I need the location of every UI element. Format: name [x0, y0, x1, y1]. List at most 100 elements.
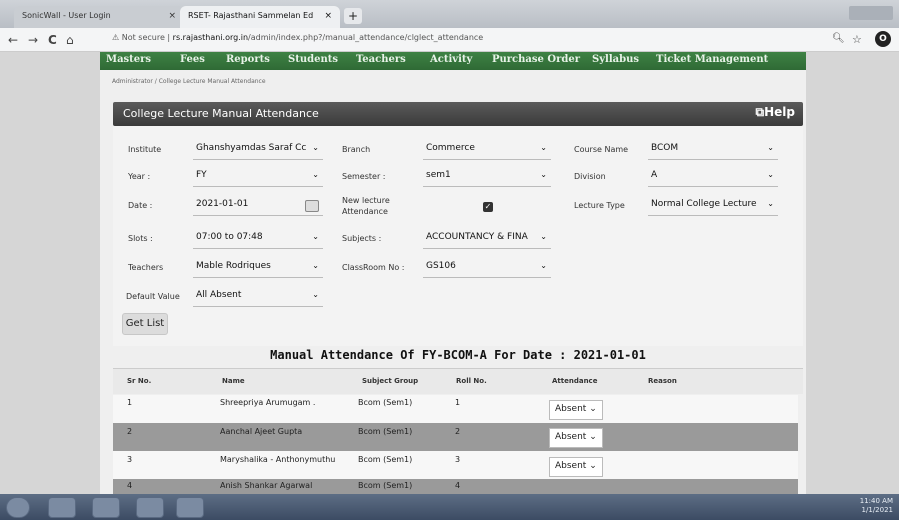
cell-roll: 3 [455, 455, 461, 464]
new-lecture-label-line1: New lecture [342, 196, 390, 205]
back-icon[interactable]: ← [8, 33, 18, 47]
col-roll-no: Roll No. [456, 377, 487, 385]
teachers-label: Teachers [128, 263, 164, 272]
browser-tab-rset[interactable]: RSET- Rajasthani Sammelan Ed × [180, 6, 340, 28]
menu-teachers[interactable]: Teachers [356, 54, 406, 65]
chevron-down-icon: ⌄ [312, 143, 319, 152]
menu-syllabus[interactable]: Syllabus [592, 54, 639, 65]
col-subject-group: Subject Group [362, 377, 419, 385]
file-explorer-icon[interactable] [48, 497, 76, 518]
tab-title: RSET- Rajasthani Sammelan Ed [188, 11, 314, 20]
chevron-down-icon: ⌄ [589, 404, 597, 414]
system-clock[interactable]: 11:40 AM 1/1/2021 [860, 497, 893, 515]
cell-group: Bcom (Sem1) [358, 427, 413, 436]
col-attendance: Attendance [552, 377, 598, 385]
start-button[interactable] [6, 497, 30, 518]
cell-roll: 4 [455, 481, 461, 490]
branch-label: Branch [342, 145, 371, 154]
panel-header: College Lecture Manual Attendance ⧉Help [113, 102, 803, 126]
slots-select[interactable]: 07:00 to 07:48 ⌄ [193, 229, 323, 249]
attendance-select[interactable]: Absent ⌄ [549, 400, 603, 420]
menu-reports[interactable]: Reports [226, 54, 270, 65]
classroom-select[interactable]: GS106 ⌄ [423, 258, 551, 278]
window-controls[interactable] [849, 6, 893, 20]
col-reason: Reason [648, 377, 677, 385]
menu-fees[interactable]: Fees [180, 54, 205, 65]
star-icon[interactable]: ☆ [852, 33, 862, 46]
date-value: 2021-01-01 [196, 199, 249, 209]
division-label: Division [574, 172, 606, 181]
menu-students[interactable]: Students [288, 54, 338, 65]
url-domain: rs.rajasthani.org.in [172, 33, 249, 42]
cell-roll: 2 [455, 427, 461, 436]
reload-icon[interactable]: C [48, 33, 57, 47]
zoom-icon[interactable]: 🔍︎ [832, 33, 845, 44]
default-value-label: Default Value [126, 292, 180, 301]
chevron-down-icon: ⌄ [540, 232, 547, 241]
cell-sr: 3 [127, 455, 133, 464]
teachers-value: Mable Rodriques [196, 261, 271, 271]
clock-date: 1/1/2021 [861, 506, 893, 514]
subjects-value: ACCOUNTANCY & FINA [426, 232, 528, 242]
chevron-down-icon: ⌄ [589, 432, 597, 442]
menu-masters[interactable]: Masters [106, 54, 151, 65]
page-margin-right [806, 52, 899, 494]
course-select[interactable]: BCOM ⌄ [648, 140, 778, 160]
semester-select[interactable]: sem1 ⌄ [423, 167, 551, 187]
subjects-select[interactable]: ACCOUNTANCY & FINA ⌄ [423, 229, 551, 249]
new-tab-button[interactable]: + [344, 8, 362, 24]
classroom-value: GS106 [426, 261, 456, 271]
new-lecture-checkbox[interactable]: ✓ [483, 202, 493, 212]
menu-ticket-management[interactable]: Ticket Management [656, 54, 768, 65]
teachers-select[interactable]: Mable Rodriques ⌄ [193, 258, 323, 278]
year-select[interactable]: FY ⌄ [193, 167, 323, 187]
year-label: Year : [128, 172, 151, 181]
chevron-down-icon: ⌄ [312, 170, 319, 179]
lecture-type-label: Lecture Type [574, 201, 625, 210]
close-tab-icon[interactable]: × [168, 11, 176, 21]
forward-icon[interactable]: → [28, 33, 38, 47]
help-icon: ⧉ [755, 105, 765, 119]
cell-name: Anish Shankar Agarwal [220, 481, 313, 490]
help-label: Help [764, 105, 795, 119]
attendance-value: Absent [555, 461, 587, 471]
cell-sr: 4 [127, 481, 133, 490]
semester-value: sem1 [426, 170, 451, 180]
chevron-down-icon: ⌄ [312, 290, 319, 299]
image-viewer-icon[interactable] [176, 497, 204, 518]
help-button[interactable]: ⧉Help [756, 105, 795, 120]
chevron-down-icon: ⌄ [540, 170, 547, 179]
lecture-type-select[interactable]: Normal College Lecture ⌄ [648, 196, 778, 216]
year-value: FY [196, 170, 207, 180]
branch-select[interactable]: Commerce ⌄ [423, 140, 551, 160]
calendar-icon[interactable] [305, 200, 319, 212]
browser-tab-sonicwall[interactable]: SonicWall - User Login × [14, 6, 184, 28]
division-select[interactable]: A ⌄ [648, 167, 778, 187]
pen-tool-icon[interactable] [136, 497, 164, 518]
menu-activity[interactable]: Activity [430, 54, 472, 65]
warning-icon: ⚠ [112, 33, 122, 42]
home-icon[interactable]: ⌂ [66, 33, 74, 47]
page-title: College Lecture Manual Attendance [123, 107, 319, 120]
clock-time: 11:40 AM [859, 497, 893, 505]
institute-select[interactable]: Ghanshyamdas Saraf Cc ⌄ [193, 140, 323, 160]
institute-value: Ghanshyamdas Saraf Cc [196, 143, 307, 153]
slots-value: 07:00 to 07:48 [196, 232, 263, 242]
institute-label: Institute [128, 145, 162, 154]
cell-group: Bcom (Sem1) [358, 455, 413, 464]
chrome-icon[interactable] [92, 497, 120, 518]
cell-roll: 1 [455, 398, 461, 407]
close-tab-icon[interactable]: × [324, 11, 332, 21]
cell-group: Bcom (Sem1) [358, 398, 413, 407]
menu-purchase-order[interactable]: Purchase Order [492, 54, 580, 65]
division-value: A [651, 170, 658, 180]
get-list-button[interactable]: Get List [122, 313, 168, 335]
profile-avatar[interactable]: O [875, 31, 891, 47]
classroom-label: ClassRoom No : [342, 263, 405, 272]
default-value-select[interactable]: All Absent ⌄ [193, 287, 323, 307]
url-field[interactable]: ⚠ Not secure | rs.rajasthani.org.in/admi… [112, 33, 483, 42]
attendance-select[interactable]: Absent ⌄ [549, 457, 603, 477]
attendance-select[interactable]: Absent ⌄ [549, 428, 603, 448]
date-input[interactable]: 2021-01-01 [193, 196, 323, 216]
slots-label: Slots : [128, 234, 153, 243]
